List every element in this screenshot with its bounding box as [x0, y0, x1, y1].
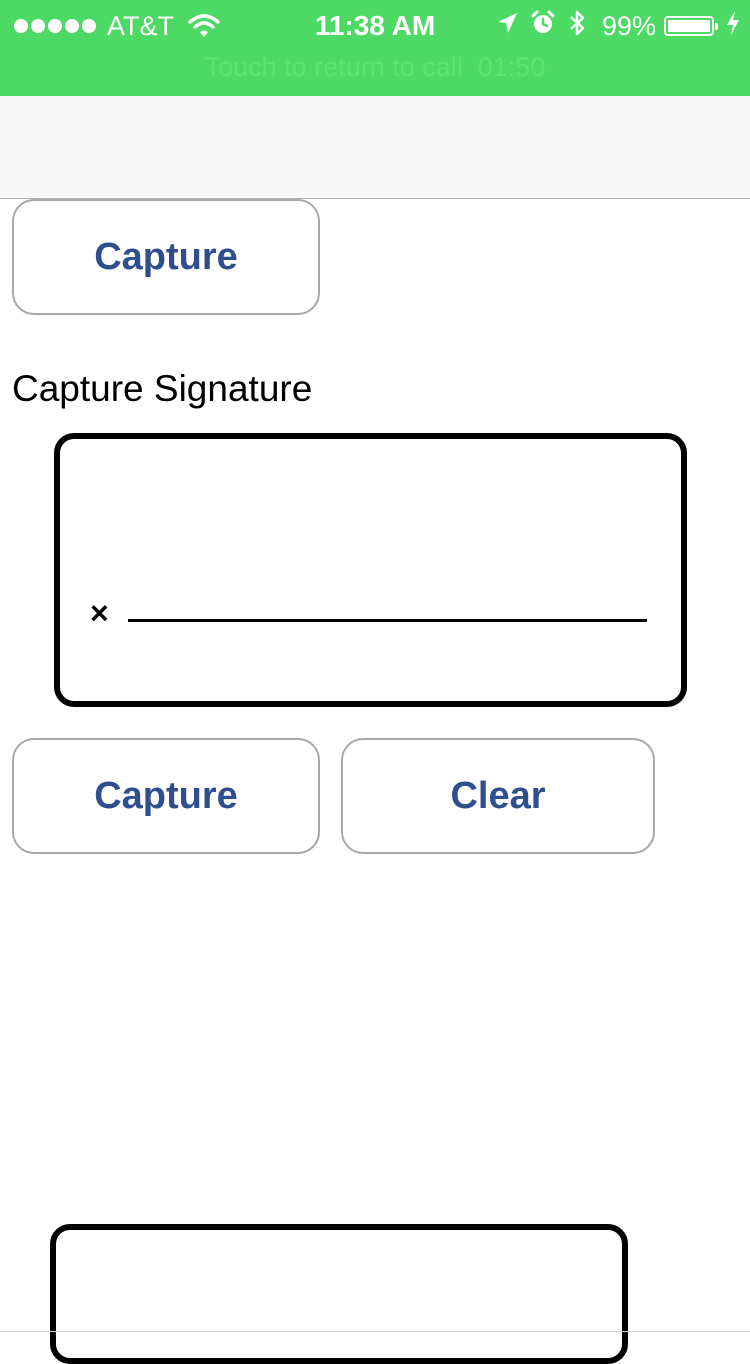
- location-arrow-icon: [496, 11, 518, 42]
- signature-baseline: [128, 619, 647, 622]
- status-bar[interactable]: AT&T 11:38 AM 99% Touch to return to cal…: [0, 0, 750, 96]
- bottom-divider: [0, 1331, 750, 1332]
- charging-bolt-icon: [726, 10, 740, 43]
- capture-button-top[interactable]: Capture: [12, 199, 320, 315]
- battery-percent: 99%: [601, 10, 656, 41]
- capture-button[interactable]: Capture: [12, 738, 320, 854]
- alarm-clock-icon: [530, 10, 556, 43]
- second-signature-pad[interactable]: [50, 1224, 628, 1364]
- status-right: 99%: [484, 8, 740, 44]
- battery-level-fill: [668, 20, 710, 32]
- battery-icon: [664, 16, 718, 36]
- navigation-bar: [0, 96, 750, 199]
- signature-x-mark: ×: [90, 595, 109, 631]
- signature-pad[interactable]: ×: [54, 433, 687, 707]
- clear-button[interactable]: Clear: [341, 738, 655, 854]
- bluetooth-icon: [568, 9, 586, 44]
- return-to-call-banner[interactable]: Touch to return to call 01:50: [0, 52, 750, 83]
- signature-section-title: Capture Signature: [12, 368, 313, 409]
